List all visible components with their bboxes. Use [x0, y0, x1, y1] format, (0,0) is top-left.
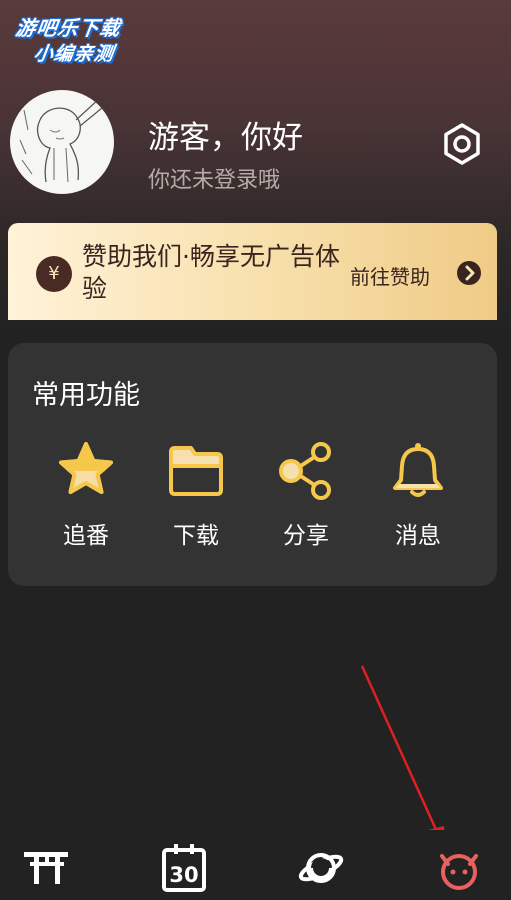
star-icon — [59, 442, 113, 494]
function-messages[interactable]: 消息 — [373, 438, 463, 550]
nav-profile[interactable] — [434, 842, 484, 892]
avatar-sketch-icon — [19, 97, 103, 183]
sponsor-banner[interactable]: ¥ 赞助我们·畅享无广告体验 前往赞助 — [8, 223, 497, 320]
bottom-navigation: 30 — [0, 830, 511, 900]
profile-face-icon — [440, 854, 478, 890]
settings-button[interactable] — [440, 122, 484, 166]
function-label: 消息 — [395, 523, 441, 549]
function-share[interactable]: 分享 — [261, 438, 351, 550]
watermark-line1: 游吧乐下载 — [13, 16, 123, 40]
login-hint[interactable]: 你还未登录哦 — [148, 162, 280, 194]
watermark-line2: 小编亲测 — [32, 43, 116, 65]
torii-gate-icon — [24, 852, 68, 884]
folder-icon — [169, 446, 223, 496]
function-label: 分享 — [283, 523, 329, 549]
bell-icon — [393, 443, 443, 497]
sponsor-text: 赞助我们·畅享无广告体验 — [82, 242, 340, 303]
function-label: 追番 — [63, 523, 109, 549]
avatar[interactable] — [10, 90, 114, 194]
settings-hexagon-icon — [444, 123, 480, 165]
common-functions-card: 常用功能 追番 下载 分享 消息 — [8, 343, 497, 586]
nav-discover[interactable] — [296, 842, 346, 892]
function-download[interactable]: 下载 — [151, 438, 241, 550]
function-label: 下载 — [173, 523, 219, 549]
sponsor-action-label[interactable]: 前往赞助 — [350, 261, 430, 290]
planet-icon — [298, 853, 344, 883]
nav-schedule[interactable]: 30 — [160, 842, 210, 892]
nav-home[interactable] — [22, 842, 72, 892]
function-follow-anime[interactable]: 追番 — [41, 438, 131, 550]
calendar-day-label: 30 — [169, 863, 198, 887]
calendar-30-icon: 30 — [162, 844, 206, 892]
card-title: 常用功能 — [32, 380, 140, 411]
chevron-right-icon[interactable] — [457, 261, 481, 285]
share-icon — [279, 442, 331, 500]
yuan-coin-icon: ¥ — [36, 256, 72, 292]
greeting-title[interactable]: 游客，你好 — [148, 112, 303, 157]
watermark-logo: 游吧乐下载 小编亲测 — [6, 12, 154, 67]
